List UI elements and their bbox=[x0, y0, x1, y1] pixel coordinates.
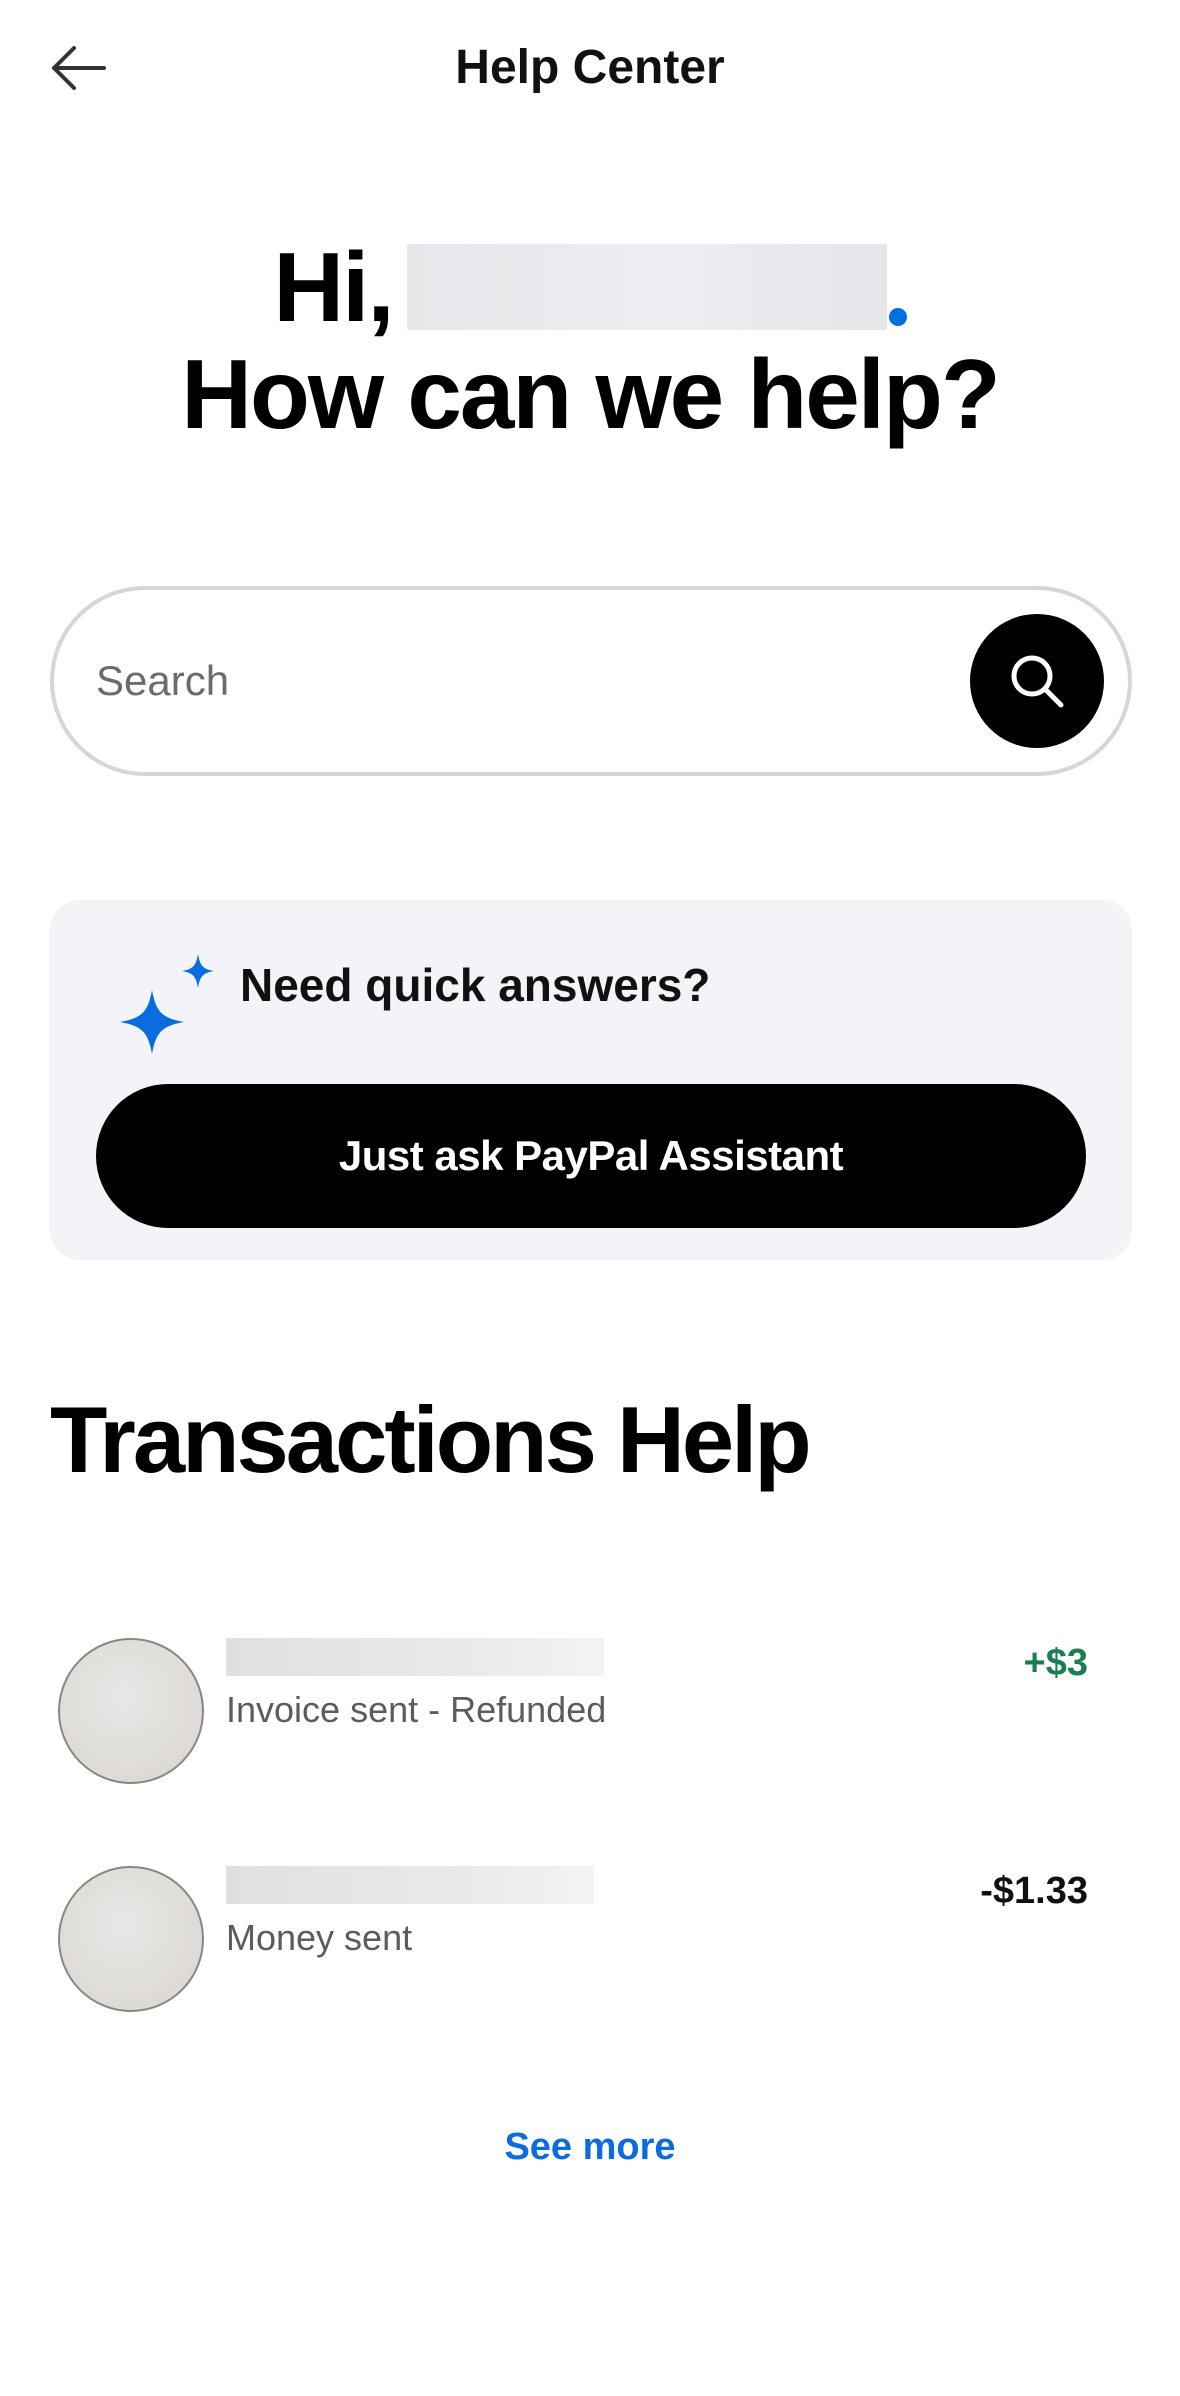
search-button[interactable] bbox=[970, 614, 1104, 748]
search-icon bbox=[1011, 655, 1064, 708]
assistant-title: Need quick answers? bbox=[240, 959, 711, 1011]
greeting-hi-line: Hi, bbox=[0, 232, 1180, 342]
avatar bbox=[58, 1638, 204, 1784]
page-title: Help Center bbox=[455, 41, 725, 94]
transaction-name-redacted bbox=[226, 1866, 594, 1904]
search-input[interactable] bbox=[96, 590, 976, 772]
transaction-description: Invoice sent - Refunded bbox=[226, 1689, 607, 1730]
assistant-card: Need quick answers? Just ask PayPal Assi… bbox=[50, 900, 1132, 1260]
transaction-description: Money sent bbox=[226, 1917, 413, 1958]
user-name-redacted bbox=[406, 244, 887, 330]
greeting-hi: Hi, bbox=[273, 232, 394, 342]
paypal-assistant-button[interactable]: Just ask PayPal Assistant bbox=[96, 1084, 1086, 1228]
greeting-dot bbox=[888, 308, 907, 326]
avatar bbox=[58, 1866, 204, 2012]
transaction-amount: -$1.33 bbox=[980, 1870, 1088, 1912]
transaction-row[interactable]: Money sent -$1.33 bbox=[0, 1866, 1180, 2016]
see-more-link[interactable]: See more bbox=[0, 2126, 1180, 2169]
transaction-amount: +$3 bbox=[1023, 1642, 1088, 1684]
sparkle-icon bbox=[120, 954, 214, 1054]
transaction-name-redacted bbox=[226, 1638, 604, 1676]
greeting-question: How can we help? bbox=[181, 339, 1000, 449]
transactions-title: Transactions Help bbox=[50, 1387, 812, 1492]
greeting: Hi, How can we help? bbox=[0, 232, 1180, 450]
search-bar[interactable] bbox=[50, 586, 1132, 776]
transaction-row[interactable]: Invoice sent - Refunded +$3 bbox=[0, 1638, 1180, 1788]
help-center-page: Help Center Hi, How can we help? Need qu… bbox=[0, 0, 1180, 2396]
